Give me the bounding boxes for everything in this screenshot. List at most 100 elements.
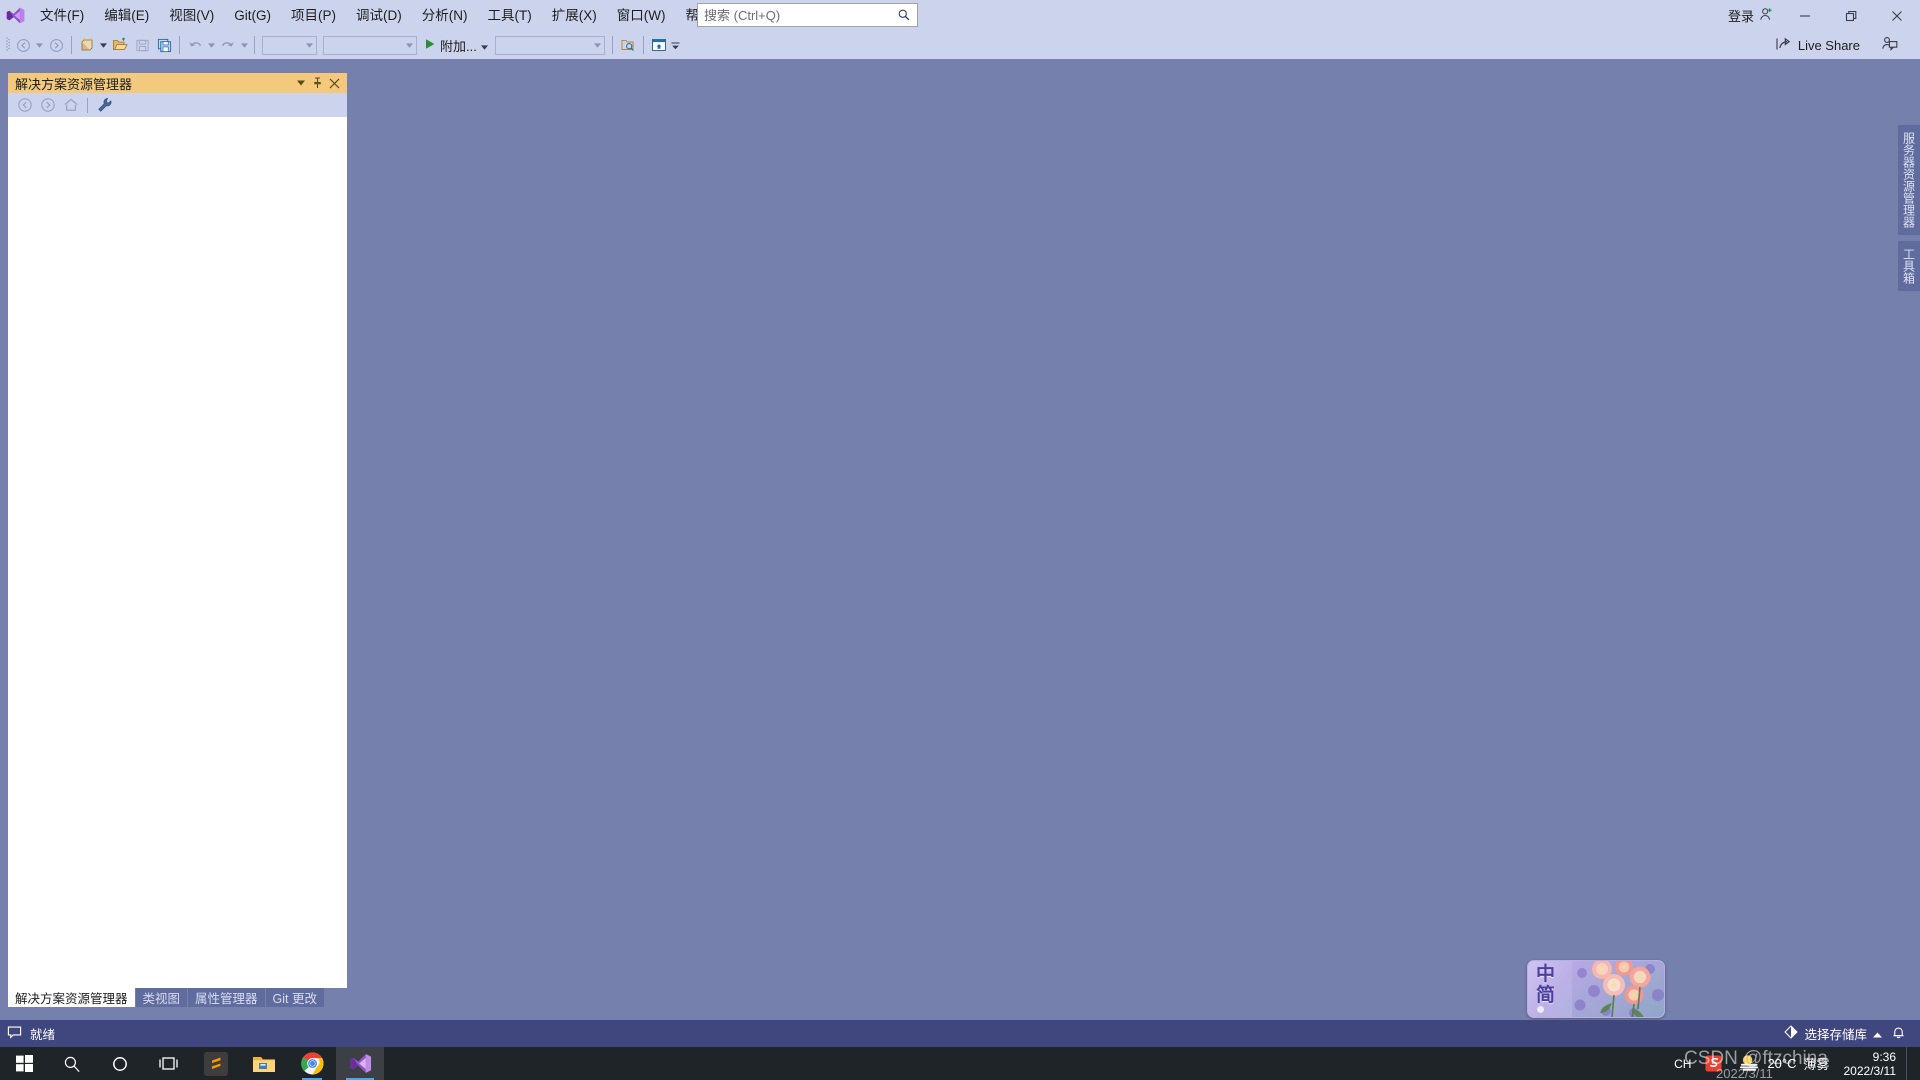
maximize-restore-button[interactable] [1828, 0, 1874, 31]
search-input[interactable] [698, 4, 891, 26]
tab-git-changes[interactable]: Git 更改 [265, 988, 325, 1007]
side-tab-toolbox[interactable]: 工具箱 [1898, 241, 1920, 291]
right-dock-tab-strip: 服务器资源管理器 工具箱 [1898, 125, 1920, 297]
navigate-backward-icon[interactable] [12, 34, 34, 56]
sign-in-button[interactable]: 登录 [1720, 0, 1782, 31]
find-in-files-icon[interactable] [617, 34, 639, 56]
show-desktop-button[interactable] [1906, 1047, 1914, 1080]
system-tray: CH 20°C 薄雾 9:36 2022/3/11 [1667, 1047, 1920, 1080]
menu-item-tools[interactable]: 工具(T) [478, 0, 542, 31]
clock-widget[interactable]: 9:36 2022/3/11 [1840, 1050, 1907, 1078]
solution-explorer-tree[interactable] [8, 117, 347, 988]
add-person-icon [1759, 7, 1774, 25]
tab-class-view[interactable]: 类视图 [135, 988, 189, 1007]
toolbar-separator [179, 36, 180, 54]
status-bar: 就绪 选择存储库 [0, 1020, 1920, 1047]
ime-language-mode-label: 中 [1536, 964, 1556, 985]
menu-item-edit[interactable]: 编辑(E) [94, 0, 159, 31]
visual-studio-window: 文件(F) 编辑(E) 视图(V) Git(G) 项目(P) 调试(D) 分析(… [0, 0, 1920, 1080]
new-project-icon[interactable] [76, 34, 98, 56]
tab-property-manager-label: 属性管理器 [195, 992, 258, 1006]
run-play-icon [424, 38, 436, 53]
toolbar-grip-handle[interactable] [4, 36, 12, 54]
tab-property-manager[interactable]: 属性管理器 [188, 988, 266, 1007]
menu-bar: 文件(F) 编辑(E) 视图(V) Git(G) 项目(P) 调试(D) 分析(… [0, 0, 1920, 31]
toolbar-separator [611, 36, 613, 54]
search-icon[interactable] [891, 4, 917, 26]
sogou-ime-tray-icon[interactable] [1698, 1055, 1729, 1072]
attach-debugger-button[interactable]: 附加... [420, 34, 492, 56]
new-project-dropdown-icon[interactable] [98, 34, 109, 56]
solution-configuration-dropdown[interactable] [262, 35, 317, 55]
panel-menu-chevron-down-icon[interactable] [292, 74, 309, 92]
menu-item-window[interactable]: 窗口(W) [607, 0, 676, 31]
task-view-icon[interactable] [144, 1047, 192, 1080]
startup-item-dropdown[interactable] [494, 35, 605, 55]
visual-studio-logo-icon [0, 0, 30, 31]
save-all-icon[interactable] [153, 34, 175, 56]
select-repository-label: 选择存储库 [1804, 1028, 1867, 1042]
redo-dropdown-icon[interactable] [239, 34, 250, 56]
repository-chevron-up-icon[interactable] [1873, 1027, 1882, 1041]
navigate-backward-dropdown-icon[interactable] [34, 34, 45, 56]
notifications-bell-icon[interactable] [1891, 1025, 1906, 1043]
source-control-icon [1784, 1025, 1799, 1042]
sogou-ime-floating-bar[interactable]: 中 简 [1527, 960, 1665, 1018]
menu-item-extensions[interactable]: 扩展(X) [542, 0, 607, 31]
panel-pin-icon[interactable] [309, 74, 326, 92]
attach-dropdown-icon[interactable] [480, 38, 488, 53]
select-repository-button[interactable]: 选择存储库 [1784, 1024, 1882, 1043]
undo-dropdown-icon[interactable] [206, 34, 217, 56]
menu-item-file[interactable]: 文件(F) [30, 0, 94, 31]
close-button[interactable] [1874, 0, 1920, 31]
solution-explorer-panel: 解决方案资源管理器 [8, 73, 347, 988]
file-explorer-icon[interactable] [240, 1047, 288, 1080]
open-file-icon[interactable] [109, 34, 131, 56]
properties-wrench-icon[interactable] [94, 95, 115, 116]
forward-arrow-icon[interactable] [37, 95, 58, 116]
panel-title-label: 解决方案资源管理器 [15, 76, 133, 92]
menu-item-view[interactable]: 视图(V) [159, 0, 224, 31]
tab-solution-explorer[interactable]: 解决方案资源管理器 [8, 988, 136, 1007]
window-controls-group: 登录 [1720, 0, 1920, 31]
solution-platform-dropdown[interactable] [323, 35, 417, 55]
save-icon[interactable] [131, 34, 153, 56]
ime-decorative-flowers-image [1572, 961, 1664, 1017]
workspace-area: 解决方案资源管理器 解决方案资源管理器 类视图 属性管理器 Git 更改 服务器… [0, 59, 1920, 1020]
menu-item-project[interactable]: 项目(P) [281, 0, 346, 31]
weather-description-label: 薄雾 [1803, 1057, 1830, 1072]
back-arrow-icon[interactable] [14, 95, 35, 116]
live-share-label: Live Share [1797, 37, 1860, 53]
ime-mode-indicator[interactable]: 中 简 [1536, 964, 1555, 1006]
ime-shape-mode-label: 简 [1536, 985, 1556, 1006]
toolbar-overflow-icon[interactable] [670, 34, 681, 56]
cortana-icon[interactable] [96, 1047, 144, 1080]
panel-close-icon[interactable] [326, 74, 343, 92]
home-icon[interactable] [60, 95, 81, 116]
send-feedback-icon[interactable] [1881, 35, 1898, 55]
menu-item-git[interactable]: Git(G) [224, 0, 281, 31]
menu-item-analyze[interactable]: 分析(N) [412, 0, 478, 31]
menu-item-debug[interactable]: 调试(D) [346, 0, 412, 31]
start-button-icon[interactable] [0, 1047, 48, 1080]
tab-solution-explorer-label: 解决方案资源管理器 [15, 992, 128, 1006]
undo-icon[interactable] [184, 34, 206, 56]
visual-studio-taskbar-icon[interactable] [336, 1047, 384, 1080]
redo-icon[interactable] [217, 34, 239, 56]
sublime-text-icon[interactable] [192, 1047, 240, 1080]
weather-widget[interactable]: 20°C 薄雾 [1729, 1053, 1839, 1075]
live-share-button[interactable]: Live Share [1776, 31, 1860, 59]
search-box[interactable] [697, 3, 918, 27]
taskbar-search-icon[interactable] [48, 1047, 96, 1080]
solution-explorer-window-icon[interactable] [648, 34, 670, 56]
status-right-group: 选择存储库 [1784, 1024, 1920, 1043]
sign-in-label: 登录 [1727, 9, 1754, 24]
google-chrome-icon[interactable] [288, 1047, 336, 1080]
ime-language-indicator[interactable]: CH [1667, 1057, 1698, 1071]
side-tab-server-explorer[interactable]: 服务器资源管理器 [1898, 125, 1920, 235]
solution-explorer-title-bar[interactable]: 解决方案资源管理器 [8, 73, 347, 93]
minimize-button[interactable] [1782, 0, 1828, 31]
status-ready-label: 就绪 [30, 1028, 56, 1042]
navigate-forward-icon[interactable] [45, 34, 67, 56]
panel-toolbar-separator [87, 97, 88, 113]
